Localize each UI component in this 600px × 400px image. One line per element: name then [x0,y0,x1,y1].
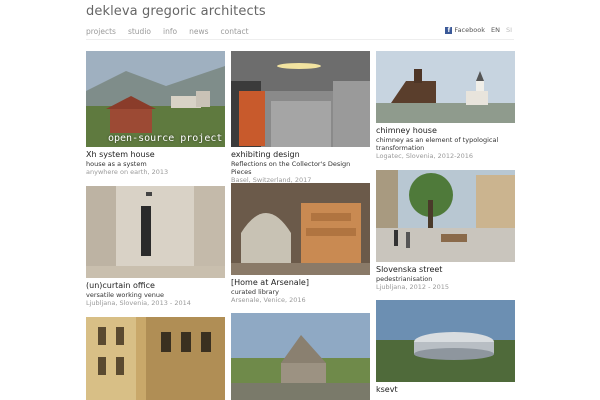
uncurtain-office-image [86,186,225,278]
project-title[interactable]: chimney house [376,126,515,136]
lang-en-link[interactable]: EN [491,26,500,34]
nav-projects[interactable]: projects [86,27,116,36]
project-thumbnail[interactable] [376,51,515,123]
stone-house-image [231,313,370,400]
project-meta: anywhere on earth, 2013 [86,168,169,176]
facebook-label: Facebook [454,26,485,34]
main-nav: projects studio info news contact [86,27,249,36]
project-card-stone-house[interactable] [231,313,370,400]
project-thumbnail[interactable]: open-source project [86,51,225,147]
project-thumbnail[interactable] [231,313,370,400]
project-title[interactable]: (un)curtain office [86,281,225,291]
project-title[interactable]: [Home at Arsenale] [231,278,370,288]
right-nav: f Facebook EN SI [445,26,512,34]
project-thumbnail[interactable] [86,186,225,278]
project-title[interactable]: exhibiting design [231,150,370,160]
nav-news[interactable]: news [189,27,208,36]
project-subtitle: house as a system [86,160,147,168]
facebook-icon: f [445,27,453,34]
project-card-chimney-house[interactable]: chimney house chimney as an element of t… [376,51,515,160]
project-subtitle: versatile working venue [86,291,165,299]
open-source-label: open-source project [108,133,223,144]
project-subtitle: chimney as an element of typological tra… [376,136,499,152]
project-title[interactable]: Slovenska street [376,265,515,275]
project-title[interactable]: Xh system house [86,150,225,160]
project-card-facade[interactable] [86,317,225,400]
facade-image [86,317,225,400]
home-at-arsenale-image [231,183,370,275]
project-thumbnail[interactable] [231,183,370,275]
nav-contact[interactable]: contact [221,27,249,36]
nav-info[interactable]: info [163,27,177,36]
project-subtitle: pedestrianisation [376,275,433,283]
project-subtitle: curated library [231,288,280,296]
slovenska-street-image [376,170,515,262]
project-thumbnail[interactable] [86,317,225,400]
ksevt-image [376,300,515,382]
header-divider [86,39,514,40]
project-thumbnail[interactable] [231,51,370,147]
lang-si-link[interactable]: SI [506,26,512,34]
chimney-house-image [376,51,515,123]
project-thumbnail[interactable] [376,170,515,262]
nav-studio[interactable]: studio [128,27,151,36]
project-meta: Logatec, Slovenia, 2012-2016 [376,152,474,160]
project-subtitle: Reflections on the Collector's Design Pi… [231,160,351,176]
project-card-home-at-arsenale[interactable]: [Home at Arsenale] curated library Arsen… [231,183,370,304]
project-card-ksevt[interactable]: ksevt [376,300,515,395]
project-meta: Ljubljana, 2012 - 2015 [376,283,450,291]
project-meta: Ljubljana, Slovenia, 2013 - 2014 [86,299,191,307]
project-card-xh-system-house[interactable]: open-source project Xh system house hous… [86,51,225,176]
project-meta: Arsenale, Venice, 2016 [231,296,306,304]
exhibiting-design-image [231,51,370,147]
project-card-uncurtain-office[interactable]: (un)curtain office versatile working ven… [86,186,225,307]
project-card-slovenska-street[interactable]: Slovenska street pedestrianisation Ljubl… [376,170,515,291]
project-thumbnail[interactable] [376,300,515,382]
project-card-exhibiting-design[interactable]: exhibiting design Reflections on the Col… [231,51,370,184]
project-title[interactable]: ksevt [376,385,515,395]
site-title[interactable]: dekleva gregoric architects [86,4,266,19]
facebook-link[interactable]: f Facebook [445,26,485,34]
